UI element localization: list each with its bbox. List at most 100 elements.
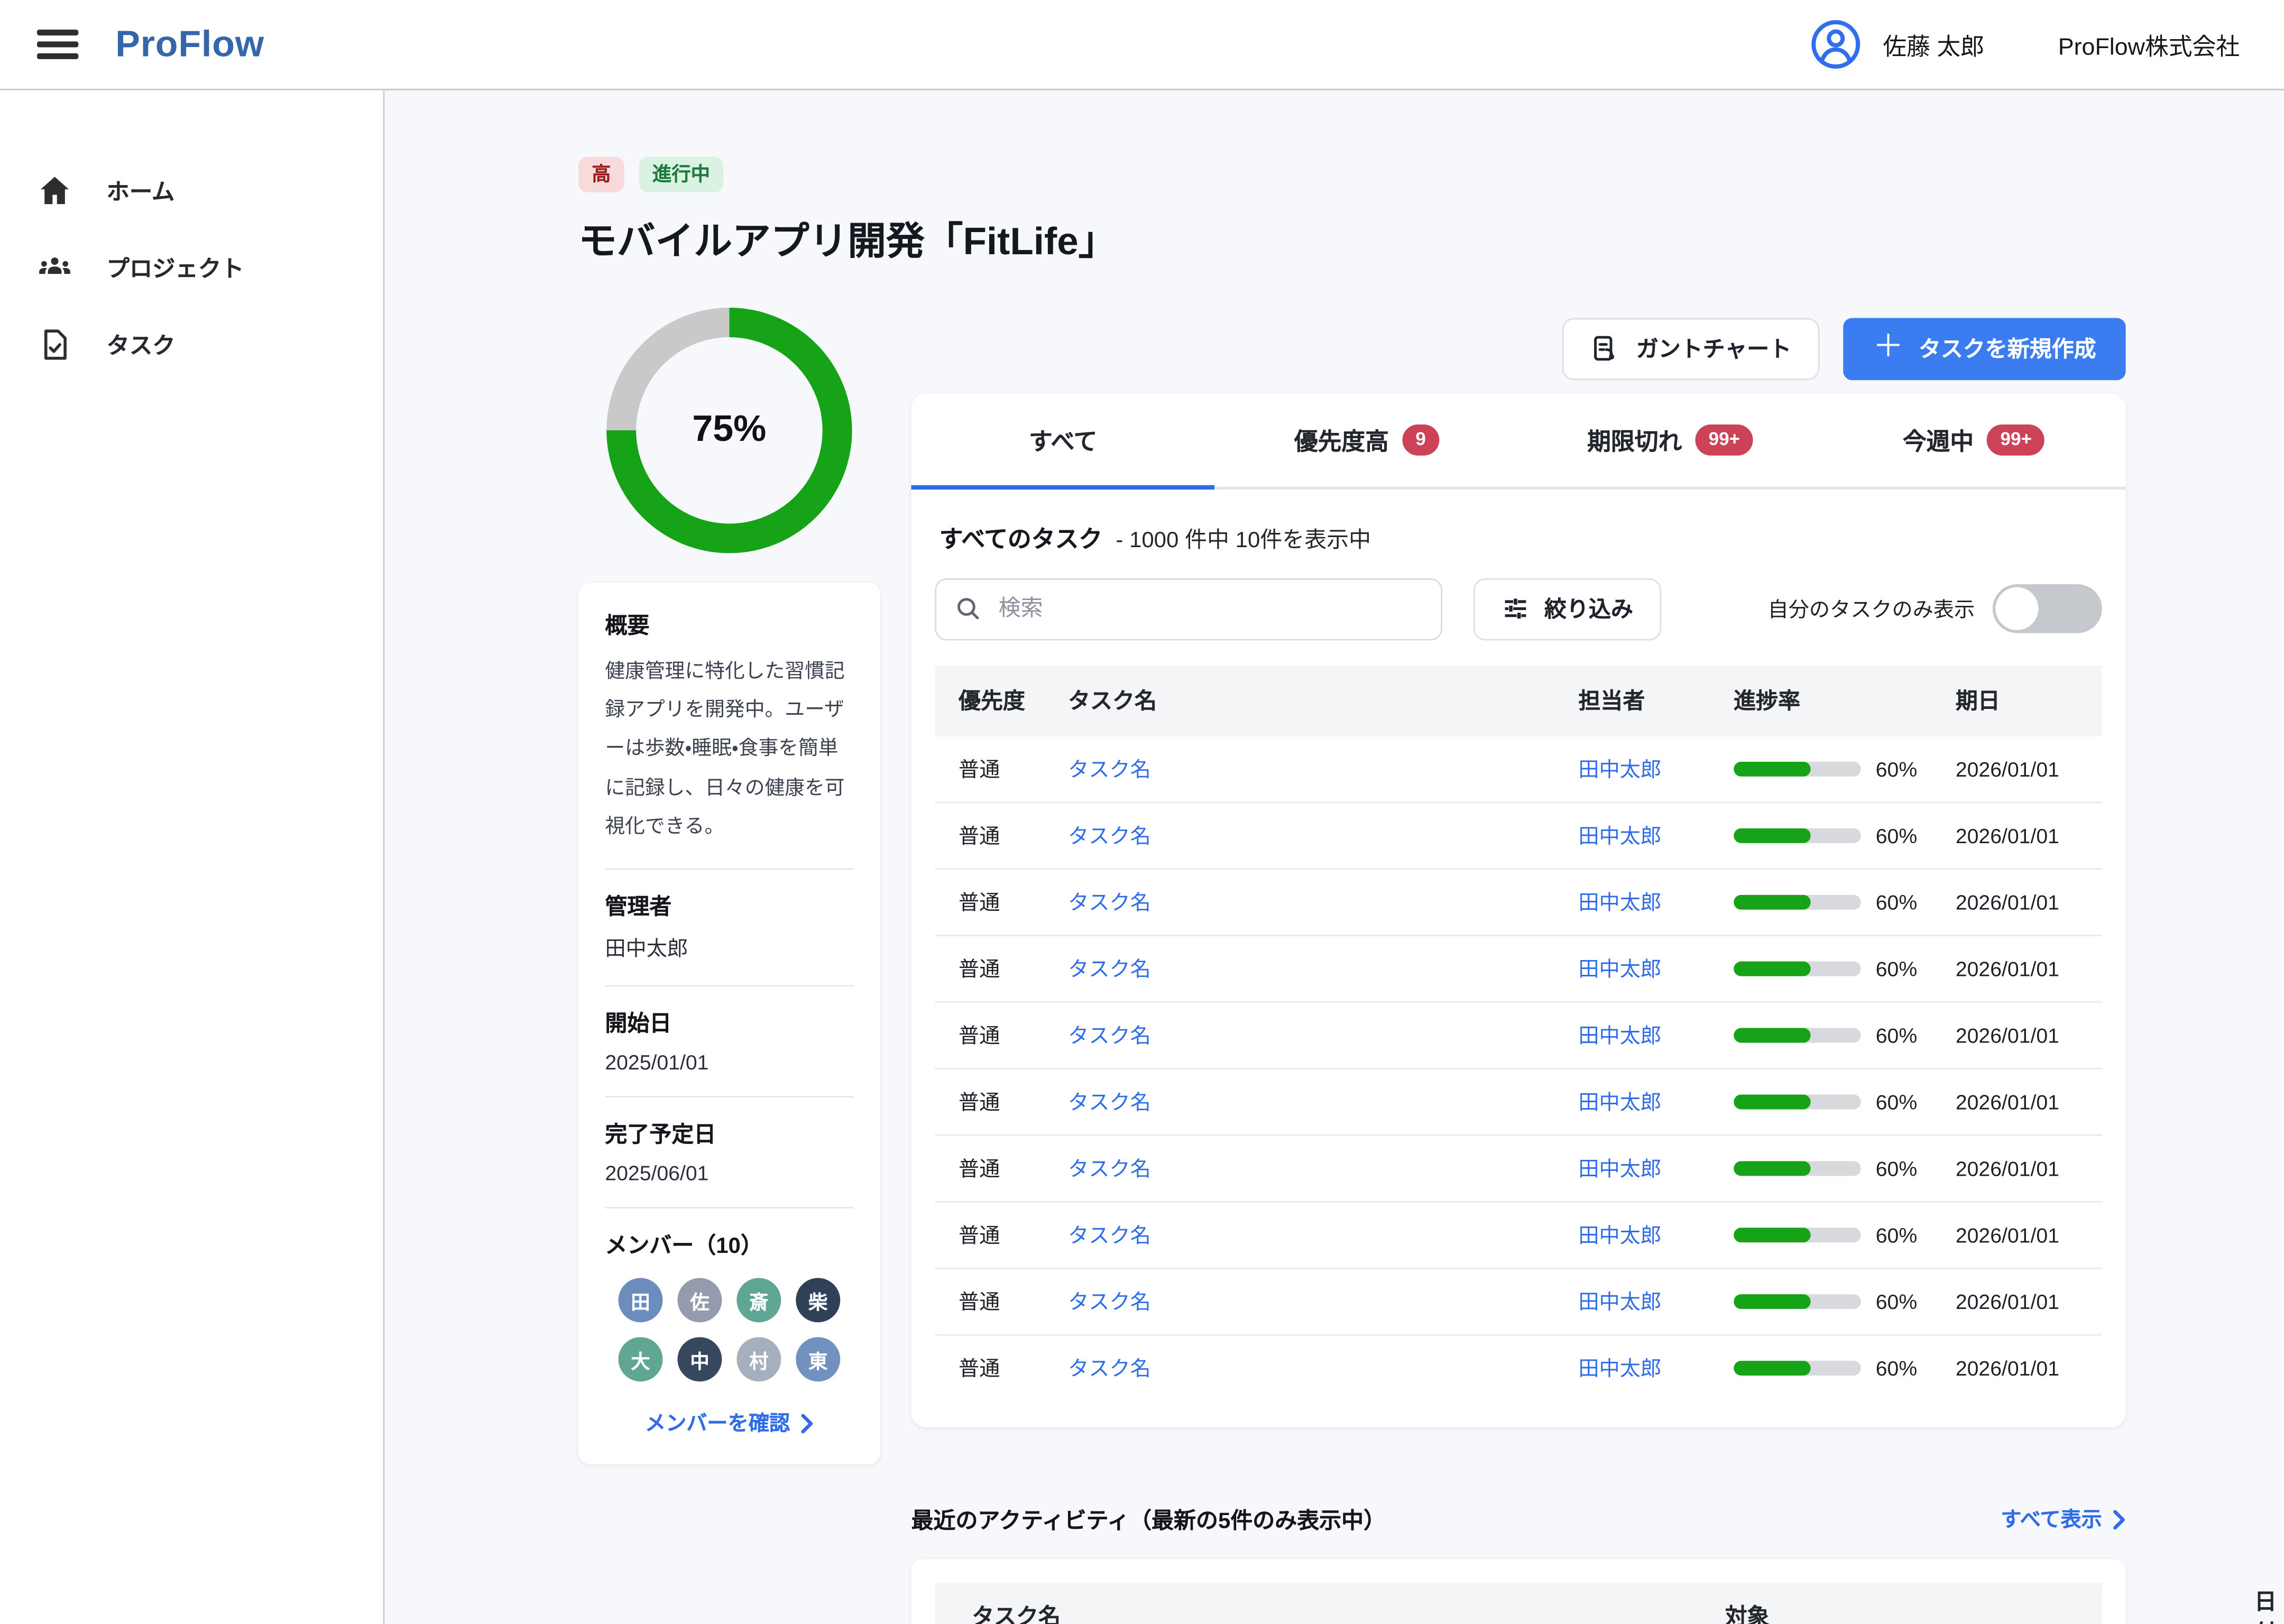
- task-list-title: すべてのタスク: [940, 519, 1102, 554]
- user-avatar-icon[interactable]: [1809, 18, 1862, 71]
- task-row: 普通タスク名田中太郎60%2026/01/01: [935, 736, 2102, 802]
- priority-badge: 高: [578, 157, 624, 192]
- sidebar-item-home[interactable]: ホーム: [0, 152, 383, 229]
- sidebar-item-projects[interactable]: プロジェクト: [0, 229, 383, 306]
- member-avatar: 東: [796, 1337, 840, 1382]
- task-name-link[interactable]: タスク名: [1068, 1223, 1151, 1247]
- assignee-link[interactable]: 田中太郎: [1578, 1289, 1661, 1313]
- gantt-chart-icon: [1590, 333, 1622, 364]
- assignee-link[interactable]: 田中太郎: [1578, 756, 1661, 780]
- task-name-link[interactable]: タスク名: [1068, 823, 1151, 847]
- manager-label: 管理者: [605, 891, 853, 922]
- tab-label: 期限切れ: [1587, 422, 1682, 457]
- status-badge: 進行中: [639, 157, 724, 192]
- task-name-link[interactable]: タスク名: [1068, 1289, 1151, 1313]
- start-date-value: 2025/01/01: [605, 1050, 853, 1074]
- tab-label: すべて: [1029, 422, 1097, 457]
- member-avatar: 村: [736, 1337, 781, 1382]
- tab-count-badge: 9: [1402, 424, 1439, 455]
- task-priority: 普通: [959, 1286, 1068, 1316]
- page-title: モバイルアプリ開発「FitLife」: [578, 211, 2126, 266]
- progress-label: 60%: [1876, 823, 1917, 847]
- assignee-link[interactable]: 田中太郎: [1578, 890, 1661, 914]
- task-name-link[interactable]: タスク名: [1068, 890, 1151, 914]
- assignee-link[interactable]: 田中太郎: [1578, 823, 1661, 847]
- task-name-link[interactable]: タスク名: [1068, 1356, 1151, 1380]
- task-name-link[interactable]: タスク名: [1068, 1090, 1151, 1113]
- menu-icon[interactable]: [37, 23, 78, 66]
- task-name-link[interactable]: タスク名: [1068, 1156, 1151, 1180]
- assignee-link[interactable]: 田中太郎: [1578, 1023, 1661, 1047]
- tab-high-priority[interactable]: 優先度高 9: [1215, 393, 1518, 486]
- task-tabs: すべて 優先度高 9 期限切れ 99+ 今週中99+: [911, 393, 2126, 489]
- task-priority: 普通: [959, 754, 1068, 783]
- task-due-date: 2026/01/01: [1956, 823, 2102, 847]
- task-name-link[interactable]: タスク名: [1068, 756, 1151, 780]
- filter-button[interactable]: 絞り込み: [1473, 578, 1661, 640]
- home-icon: [37, 173, 72, 208]
- task-row: 普通タスク名田中太郎60%2026/01/01: [935, 1136, 2102, 1202]
- column-header: 日付: [2254, 1585, 2277, 1624]
- projects-icon: [37, 250, 72, 285]
- progress-label: 60%: [1876, 956, 1917, 980]
- assignee-link[interactable]: 田中太郎: [1578, 956, 1661, 980]
- task-list-title-row: すべてのタスク - 1000 件中 10件を表示中: [935, 519, 2102, 554]
- sidebar: ホームプロジェクトタスク: [0, 90, 384, 1624]
- assignee-link[interactable]: 田中太郎: [1578, 1090, 1661, 1113]
- progress-label: 60%: [1876, 1090, 1917, 1113]
- assignee-link[interactable]: 田中太郎: [1578, 1223, 1661, 1247]
- activity-table-header: タスク名対象日付: [935, 1582, 2102, 1624]
- action-buttons: ガントチャート ＋ タスクを新規作成: [911, 317, 2126, 380]
- create-task-button[interactable]: ＋ タスクを新規作成: [1843, 317, 2125, 380]
- company-name: ProFlow株式会社: [2058, 26, 2240, 62]
- divider: [605, 1207, 853, 1209]
- task-priority: 普通: [959, 1220, 1068, 1249]
- task-name-link[interactable]: タスク名: [1068, 956, 1151, 980]
- progress-bar: [1734, 1027, 1861, 1042]
- column-header: 期日: [1956, 685, 2102, 716]
- gantt-chart-button[interactable]: ガントチャート: [1562, 317, 1819, 380]
- tab-label: 優先度高: [1294, 422, 1389, 457]
- tab-all[interactable]: すべて: [911, 393, 1215, 486]
- task-progress: 60%: [1734, 890, 1956, 914]
- tab-overdue[interactable]: 期限切れ 99+: [1518, 393, 1822, 486]
- task-list-count: - 1000 件中 10件を表示中: [1116, 523, 1371, 554]
- progress-label: 60%: [1876, 1356, 1917, 1380]
- task-progress: 60%: [1734, 1156, 1956, 1180]
- task-row: 普通タスク名田中太郎60%2026/01/01: [935, 1002, 2102, 1069]
- column-header: 進捗率: [1734, 685, 1956, 716]
- task-priority: 普通: [959, 954, 1068, 983]
- task-due-date: 2026/01/01: [1956, 1356, 2102, 1380]
- task-name-link[interactable]: タスク名: [1068, 1023, 1151, 1047]
- task-due-date: 2026/01/01: [1956, 890, 2102, 914]
- main-content: 高 進行中 モバイルアプリ開発「FitLife」 75% 概要 健康管理に特化し…: [384, 90, 2284, 1624]
- overview-label: 概要: [605, 609, 853, 640]
- task-progress: 60%: [1734, 1289, 1956, 1313]
- sidebar-item-tasks[interactable]: タスク: [0, 306, 383, 383]
- app-header: ProFlow 佐藤 太郎 ProFlow株式会社: [0, 0, 2284, 90]
- sidebar-item-label: タスク: [106, 328, 175, 361]
- column-header: タスク名: [972, 1601, 1725, 1624]
- view-members-link[interactable]: メンバーを確認: [605, 1408, 853, 1438]
- proflow-app: ProFlow 佐藤 太郎 ProFlow株式会社 ホームプロジェクトタスク 高…: [0, 0, 2284, 1624]
- tab-this-week[interactable]: 今週中99+: [1822, 393, 2125, 486]
- divider: [605, 985, 853, 987]
- task-row: 普通タスク名田中太郎60%2026/01/01: [935, 1335, 2102, 1400]
- member-avatar: 田: [619, 1278, 663, 1323]
- assignee-link[interactable]: 田中太郎: [1578, 1356, 1661, 1380]
- tab-count-badge: 99+: [1695, 424, 1753, 455]
- donut-percent-label: 75%: [692, 408, 766, 451]
- task-row: 普通タスク名田中太郎60%2026/01/01: [935, 1202, 2102, 1269]
- toggle-knob: [1995, 587, 2038, 630]
- view-all-link[interactable]: すべて表示: [2001, 1505, 2125, 1534]
- member-avatars: 田佐斎柴大中村東: [605, 1278, 853, 1382]
- sidebar-item-label: ホーム: [106, 174, 174, 207]
- my-tasks-toggle[interactable]: [1993, 584, 2102, 633]
- search-input[interactable]: [996, 595, 1423, 623]
- overview-text: 健康管理に特化した習慣記録アプリを開発中。ユーザーは歩数・睡眠・食事を簡単に記録…: [605, 652, 853, 846]
- assignee-link[interactable]: 田中太郎: [1578, 1156, 1661, 1180]
- task-due-date: 2026/01/01: [1956, 1090, 2102, 1113]
- task-progress: 60%: [1734, 956, 1956, 980]
- chevron-right-icon: [800, 1414, 814, 1433]
- activity-title: 最近のアクティビティ（最新の5件のみ表示中）: [911, 1503, 1386, 1535]
